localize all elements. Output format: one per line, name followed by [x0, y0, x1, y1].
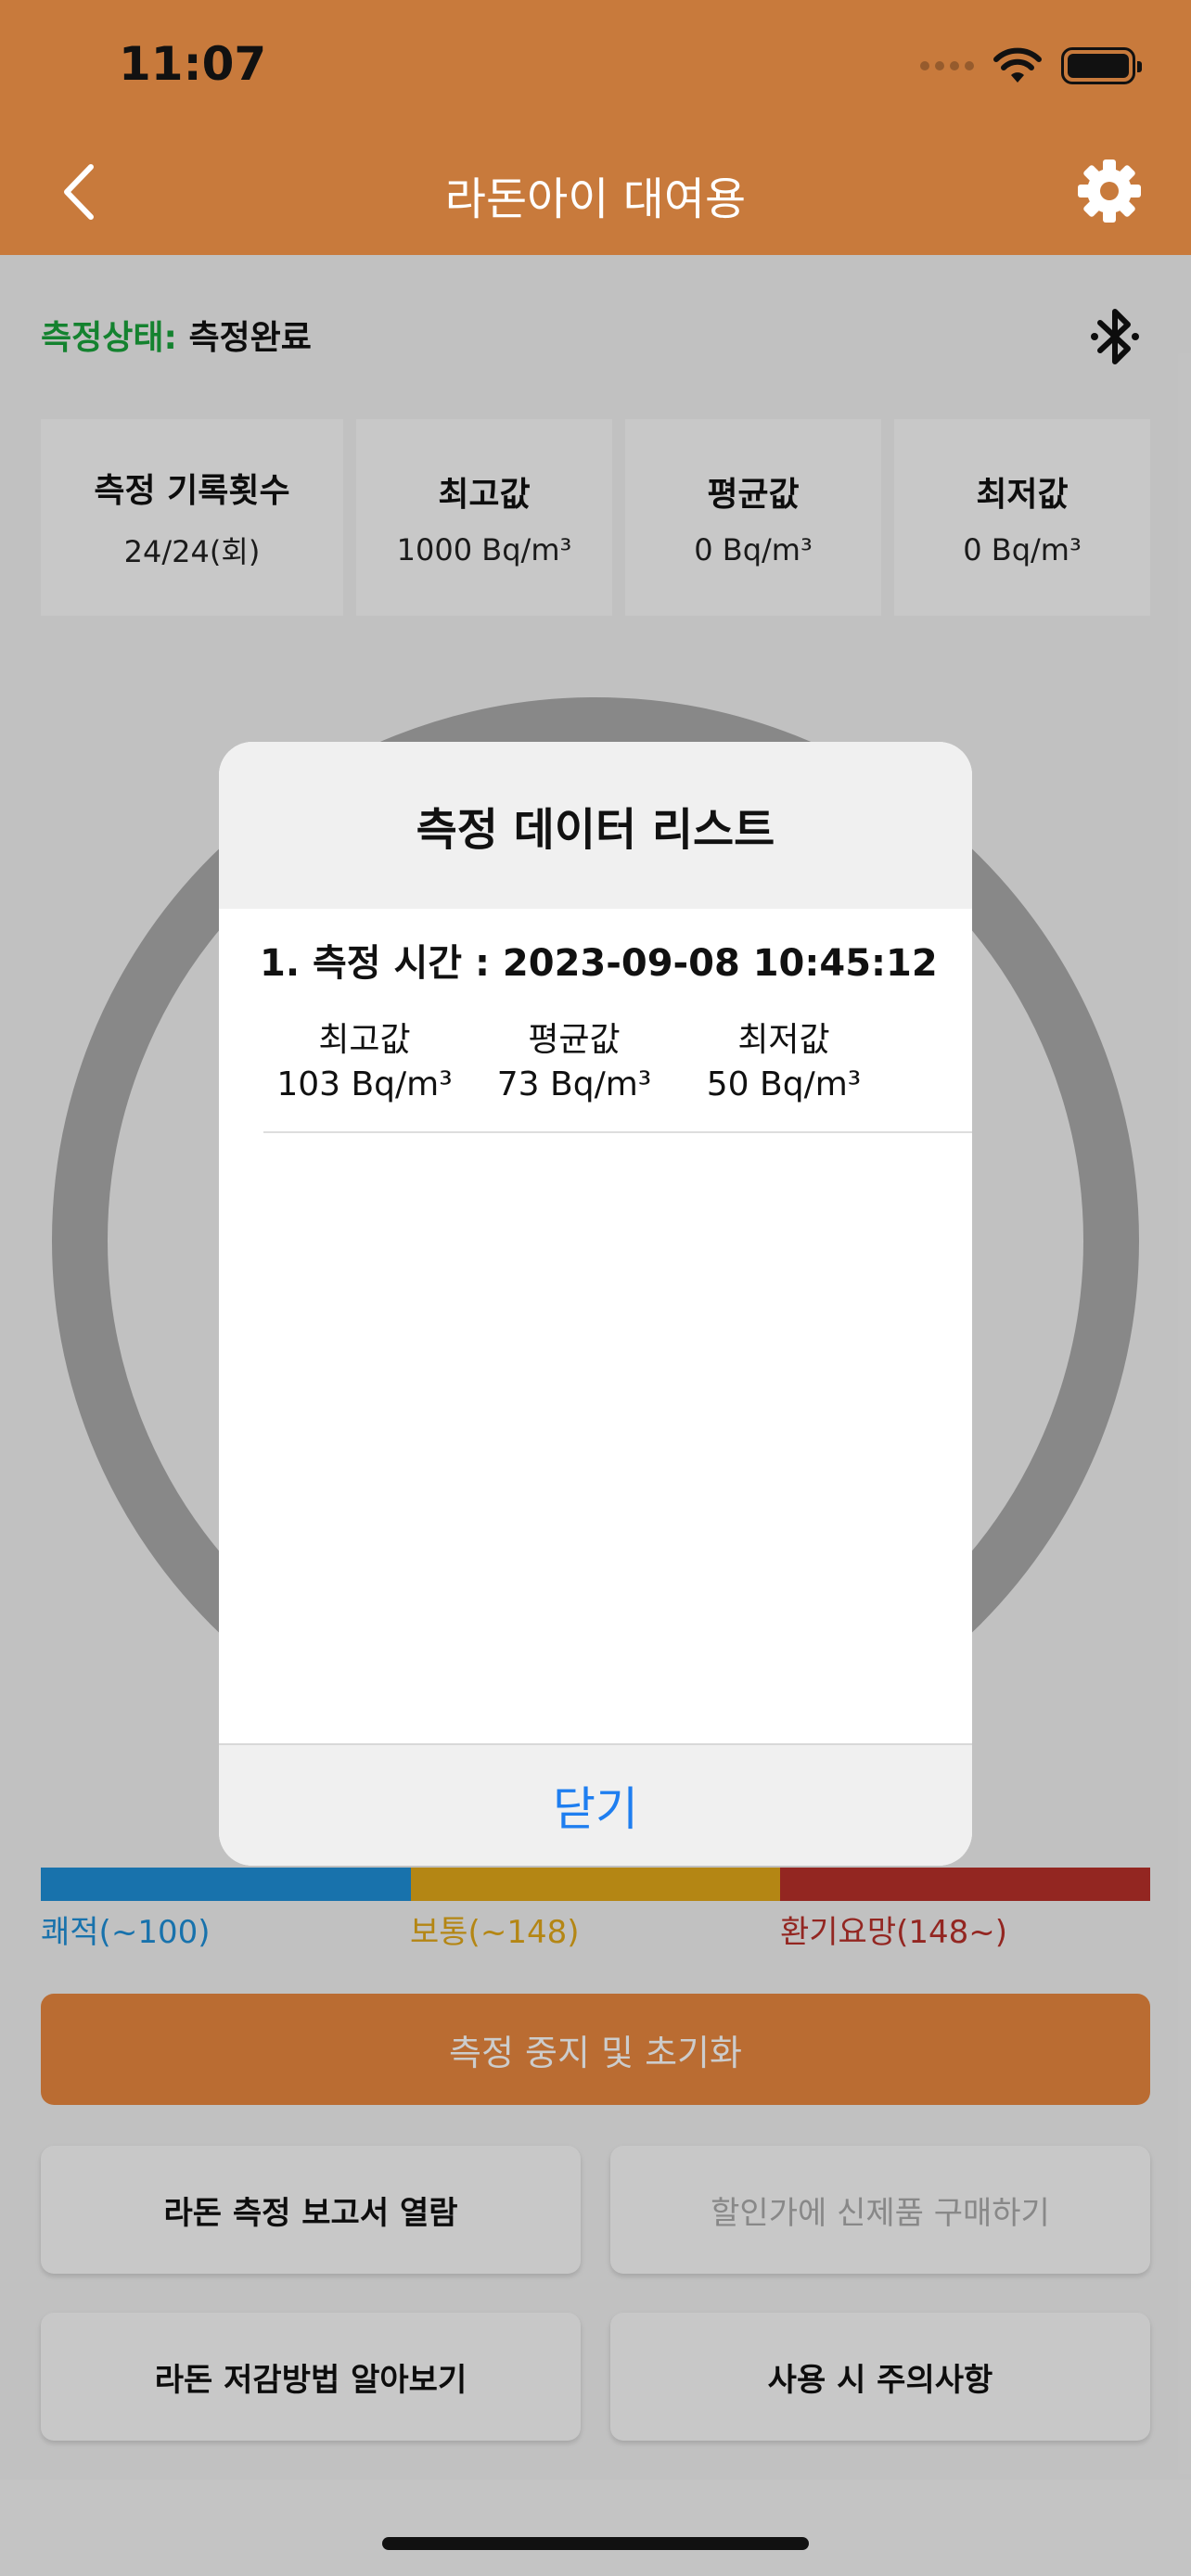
- cellular-signal-icon: [920, 61, 974, 70]
- entry-divider: [263, 1131, 972, 1133]
- entry-avg-label: 평균값: [528, 1021, 621, 1059]
- entry-max: 최고값 103 Bq/m³: [260, 1018, 469, 1107]
- entry-min-label: 최저값: [737, 1021, 830, 1059]
- close-button[interactable]: 닫기: [219, 1743, 972, 1866]
- top-bar: 11:07 라돈아이 대여용: [0, 0, 1191, 255]
- entry-time: 1. 측정 시간 : 2023-09-08 10:45:12: [260, 942, 938, 985]
- entry-max-value: 103 Bq/m³: [276, 1065, 453, 1103]
- entry-values: 최고값 103 Bq/m³ 평균값 73 Bq/m³ 최저값 50 Bq/m³: [260, 1018, 972, 1107]
- modal-title: 측정 데이터 리스트: [219, 742, 972, 909]
- status-time: 11:07: [119, 37, 267, 91]
- entry-avg: 평균값 73 Bq/m³: [469, 1018, 679, 1107]
- battery-icon: [1061, 47, 1142, 84]
- measurement-entry[interactable]: 1. 측정 시간 : 2023-09-08 10:45:12 최고값 103 B…: [219, 909, 972, 1107]
- page-title: 라돈아이 대여용: [444, 173, 747, 225]
- entry-max-label: 최고값: [318, 1021, 411, 1059]
- home-indicator[interactable]: [382, 2537, 809, 2550]
- entry-min-value: 50 Bq/m³: [706, 1065, 862, 1103]
- entry-min: 최저값 50 Bq/m³: [679, 1018, 889, 1107]
- measurement-list-modal: 측정 데이터 리스트 1. 측정 시간 : 2023-09-08 10:45:1…: [219, 742, 972, 1866]
- settings-gear-icon[interactable]: [1076, 158, 1143, 224]
- wifi-icon: [993, 47, 1042, 83]
- entry-avg-value: 73 Bq/m³: [496, 1065, 652, 1103]
- status-icons: [920, 43, 1142, 89]
